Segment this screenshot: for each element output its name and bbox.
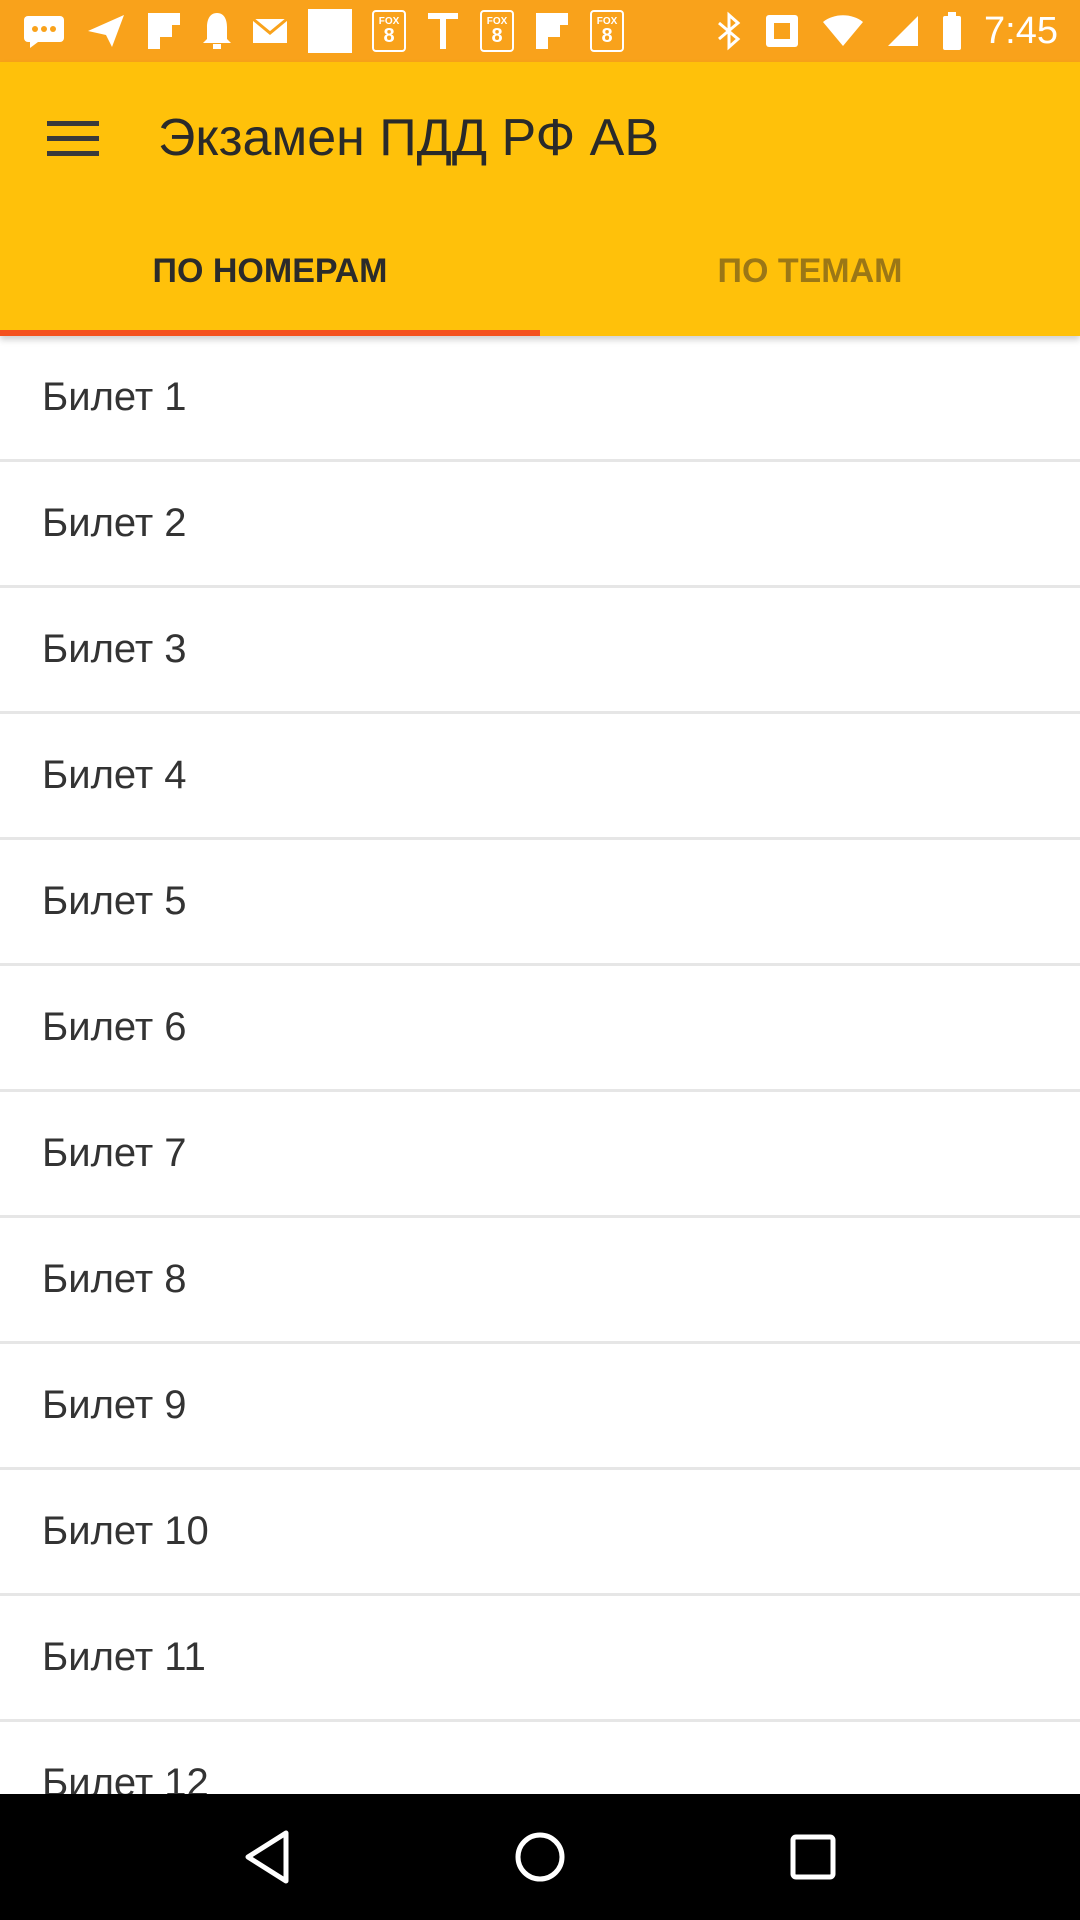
home-icon[interactable] bbox=[495, 1812, 585, 1902]
ticket-label: Билет 1 bbox=[42, 375, 187, 419]
ticket-label: Билет 8 bbox=[42, 1257, 187, 1301]
ticket-label: Билет 7 bbox=[42, 1131, 187, 1175]
flipboard-icon bbox=[202, 11, 232, 51]
ticket-label: Билет 5 bbox=[42, 879, 187, 923]
list-item[interactable]: Билет 5 bbox=[0, 840, 1080, 966]
ticket-label: Билет 11 bbox=[42, 1635, 206, 1679]
ticket-label: Билет 10 bbox=[42, 1509, 209, 1553]
tab-label: ПО ТЕМАМ bbox=[717, 251, 903, 290]
list-item[interactable]: Билет 9 bbox=[0, 1344, 1080, 1470]
ticket-label: Билет 2 bbox=[42, 501, 187, 545]
tab-by-topics[interactable]: ПО ТЕМАМ bbox=[540, 206, 1080, 336]
ticket-label: Билет 4 bbox=[42, 753, 187, 797]
list-item[interactable]: Билет 7 bbox=[0, 1092, 1080, 1218]
notification-icons: FOX 8 FOX 8 FOX 8 bbox=[22, 6, 624, 56]
bluetooth-icon bbox=[716, 11, 742, 51]
ticket-label: Билет 12 bbox=[42, 1761, 209, 1794]
ticket-label: Билет 6 bbox=[42, 1005, 187, 1049]
tab-label: ПО НОМЕРАМ bbox=[152, 251, 388, 290]
ticket-list[interactable]: Билет 1 Билет 2 Билет 3 Билет 4 Билет 5 … bbox=[0, 336, 1080, 1794]
signal-icon bbox=[886, 14, 920, 48]
back-icon[interactable] bbox=[222, 1812, 312, 1902]
status-bar: FOX 8 FOX 8 FOX 8 7:45 bbox=[0, 0, 1080, 62]
fox8-icon: FOX 8 bbox=[590, 10, 624, 52]
list-item[interactable]: Билет 10 bbox=[0, 1470, 1080, 1596]
fox8-icon: FOX 8 bbox=[480, 10, 514, 52]
flipboard-icon bbox=[146, 11, 182, 51]
wifi-icon bbox=[822, 14, 864, 48]
send-icon bbox=[86, 13, 126, 49]
clock: 7:45 bbox=[984, 9, 1058, 52]
battery-icon bbox=[942, 12, 962, 50]
ticket-label: Билет 9 bbox=[42, 1383, 187, 1427]
system-nav-bar bbox=[0, 1794, 1080, 1920]
system-icons: 7:45 bbox=[716, 6, 1058, 56]
text-icon bbox=[426, 11, 460, 51]
flipboard-icon bbox=[534, 11, 570, 51]
list-item[interactable]: Билет 3 bbox=[0, 588, 1080, 714]
list-item[interactable]: Билет 6 bbox=[0, 966, 1080, 1092]
active-tab-indicator bbox=[0, 330, 540, 336]
fox8-icon: FOX 8 bbox=[372, 10, 406, 52]
tab-bar: ПО НОМЕРАМ ПО ТЕМАМ bbox=[0, 206, 1080, 336]
list-item[interactable]: Билет 8 bbox=[0, 1218, 1080, 1344]
ticket-label: Билет 3 bbox=[42, 627, 187, 671]
screen: FOX 8 FOX 8 FOX 8 7:45 Экзамен ПДД РФ АВ… bbox=[0, 0, 1080, 1920]
list-item[interactable]: Билет 12 bbox=[0, 1722, 1080, 1794]
list-item[interactable]: Билет 11 bbox=[0, 1596, 1080, 1722]
app-title: Экзамен ПДД РФ АВ bbox=[158, 109, 660, 167]
list-item[interactable]: Билет 4 bbox=[0, 714, 1080, 840]
tab-by-numbers[interactable]: ПО НОМЕРАМ bbox=[0, 206, 540, 336]
hamburger-menu-icon[interactable] bbox=[36, 102, 110, 176]
app-toolbar: Экзамен ПДД РФ АВ ПО НОМЕРАМ ПО ТЕМАМ bbox=[0, 62, 1080, 336]
recents-icon[interactable] bbox=[768, 1812, 858, 1902]
list-item[interactable]: Билет 2 bbox=[0, 462, 1080, 588]
image-icon bbox=[308, 9, 352, 53]
mail-icon bbox=[252, 17, 288, 45]
list-item[interactable]: Билет 1 bbox=[0, 336, 1080, 462]
nfc-icon bbox=[764, 13, 800, 49]
messages-icon bbox=[22, 14, 66, 48]
